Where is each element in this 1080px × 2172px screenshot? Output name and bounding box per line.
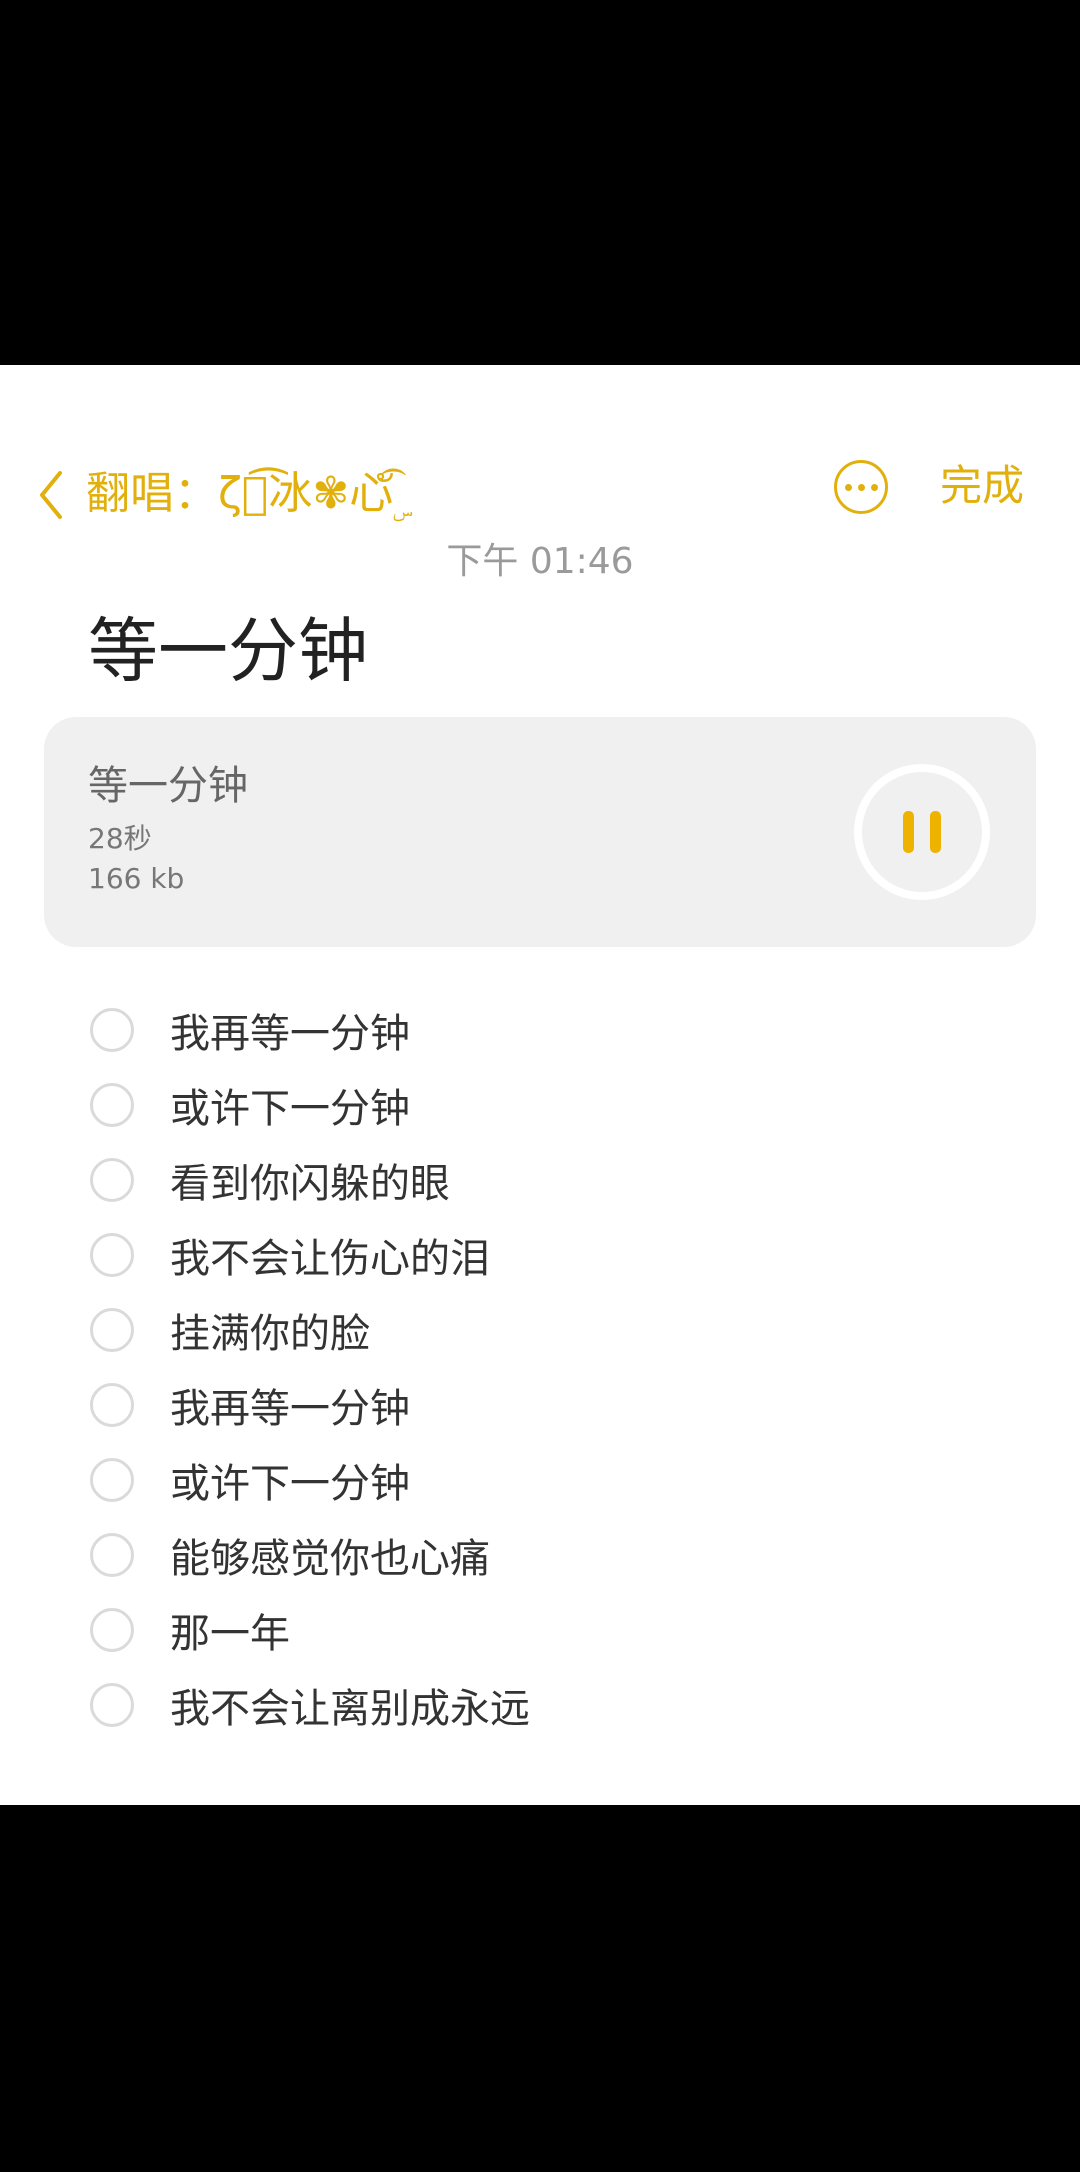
pause-bar: [903, 811, 914, 853]
more-options-button[interactable]: [834, 460, 888, 514]
audio-attachment-card[interactable]: 等一分钟 28秒 166 kb: [44, 717, 1036, 947]
more-horizontal-circle-icon: [844, 483, 852, 491]
audio-file-size: 166 kb: [88, 862, 185, 895]
audio-duration: 28秒: [88, 822, 152, 855]
checkbox-circle[interactable]: [90, 1608, 134, 1652]
chevron-left-icon: [40, 471, 62, 519]
checklist-item[interactable]: 挂满你的脸: [0, 1295, 1080, 1370]
checklist-item[interactable]: 我再等一分钟: [0, 995, 1080, 1070]
pause-button[interactable]: [854, 764, 990, 900]
checklist-item[interactable]: 我不会让伤心的泪: [0, 1220, 1080, 1295]
checklist-item-text[interactable]: 或许下一分钟: [170, 1082, 410, 1136]
more-dot: [870, 483, 878, 491]
checkbox-circle[interactable]: [90, 1683, 134, 1727]
screen: 翻唱：ζั͡冰✾心ัۣ͡ 完成 下午 01:46 等一分钟 等一分钟 28秒 1…: [0, 0, 1080, 2172]
checklist-item-text[interactable]: 能够感觉你也心痛: [170, 1532, 490, 1586]
checkbox-circle[interactable]: [90, 1533, 134, 1577]
pause-bar: [930, 811, 941, 853]
checkbox-circle[interactable]: [90, 1083, 134, 1127]
checklist-item[interactable]: 或许下一分钟: [0, 1070, 1080, 1145]
note-folder-title: 翻唱：ζั͡冰✾心ัۣ͡: [86, 468, 394, 519]
audio-name: 等一分钟: [88, 763, 248, 809]
checklist-item-text[interactable]: 我再等一分钟: [170, 1382, 410, 1436]
checklist-item[interactable]: 或许下一分钟: [0, 1445, 1080, 1520]
checklist-item-text[interactable]: 我再等一分钟: [170, 1007, 410, 1061]
checkbox-circle[interactable]: [90, 1458, 134, 1502]
checklist-item-text[interactable]: 我不会让伤心的泪: [170, 1232, 490, 1286]
checkbox-circle[interactable]: [90, 1008, 134, 1052]
checklist-item[interactable]: 那一年: [0, 1595, 1080, 1670]
checklist-item[interactable]: 看到你闪躲的眼: [0, 1145, 1080, 1220]
note-timestamp: 下午 01:46: [446, 541, 634, 582]
checkbox-circle[interactable]: [90, 1158, 134, 1202]
checklist-item-text[interactable]: 那一年: [170, 1607, 290, 1661]
checklist: 我再等一分钟 或许下一分钟 看到你闪躲的眼 我不会让伤心的泪 挂满你的脸 我再等一分钟 或许…: [0, 995, 1080, 1745]
note-title[interactable]: 等一分钟: [88, 601, 368, 701]
done-button[interactable]: 完成: [940, 456, 1024, 516]
back-button[interactable]: [26, 460, 76, 530]
note-editor: 翻唱：ζั͡冰✾心ัۣ͡ 完成 下午 01:46 等一分钟 等一分钟 28秒 1…: [0, 365, 1080, 1805]
checklist-item[interactable]: 我不会让离别成永远: [0, 1670, 1080, 1745]
checkbox-circle[interactable]: [90, 1308, 134, 1352]
checklist-item-text[interactable]: 看到你闪躲的眼: [170, 1157, 450, 1211]
checklist-item-text[interactable]: 或许下一分钟: [170, 1457, 410, 1511]
checkbox-circle[interactable]: [90, 1383, 134, 1427]
top-bar: 翻唱：ζั͡冰✾心ัۣ͡ 完成: [0, 450, 1080, 550]
checkbox-circle[interactable]: [90, 1233, 134, 1277]
checklist-item[interactable]: 我再等一分钟: [0, 1370, 1080, 1445]
pause-icon: [862, 772, 982, 892]
checklist-item-text[interactable]: 我不会让离别成永远: [170, 1682, 530, 1736]
checklist-item[interactable]: 能够感觉你也心痛: [0, 1520, 1080, 1595]
more-dot: [857, 483, 865, 491]
checklist-item-text[interactable]: 挂满你的脸: [170, 1307, 370, 1361]
